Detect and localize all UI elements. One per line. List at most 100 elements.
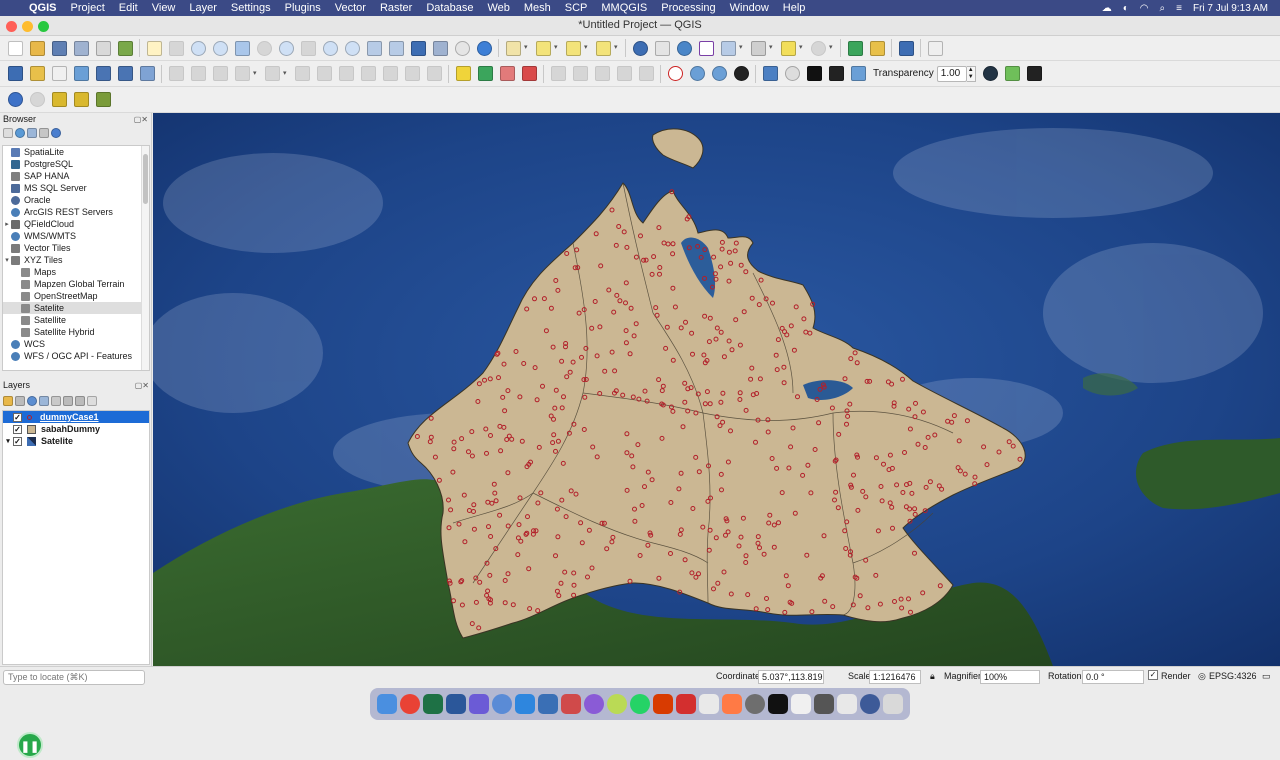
layer-transparency-icon[interactable]	[847, 63, 869, 85]
app-icon[interactable]	[561, 694, 581, 714]
app-icon[interactable]	[584, 694, 604, 714]
transparency-spinbox[interactable]: 1.00	[936, 65, 967, 82]
messages-icon[interactable]: ▭	[1262, 671, 1271, 682]
filter-by-expression-icon[interactable]	[51, 395, 61, 406]
save-disk-icon[interactable]	[825, 63, 847, 85]
crs-button[interactable]: EPSG:4326	[1209, 671, 1257, 681]
redo-icon[interactable]	[423, 63, 445, 85]
dropdown-arrow-icon[interactable]: ▾	[283, 63, 291, 85]
excel-icon[interactable]	[423, 694, 443, 714]
diagram-tool-icon[interactable]	[474, 63, 496, 85]
menu-mesh[interactable]: Mesh	[517, 2, 558, 14]
refresh-browser-icon[interactable]	[15, 127, 25, 138]
coordinate-field[interactable]: 5.037°,113.819°	[758, 670, 824, 684]
add-group-icon[interactable]	[15, 395, 25, 406]
whatsapp-icon[interactable]	[630, 694, 650, 714]
menu-vector[interactable]: Vector	[328, 2, 373, 14]
toggle-editing-icon[interactable]	[165, 63, 187, 85]
layer-row-dummycase1[interactable]: ✓ dummyCase1	[3, 411, 149, 423]
crosshair-icon[interactable]	[924, 37, 946, 59]
panel-float-close-icon[interactable]: ▢✕	[135, 381, 152, 390]
browser-item-wms-wmts[interactable]: WMS/WMTS	[3, 230, 149, 242]
browser-item-spatialite[interactable]: SpatiaLite	[3, 146, 149, 158]
lock-scale-icon[interactable]: 🔒︎	[930, 671, 935, 682]
add-raster-layer-icon[interactable]	[70, 63, 92, 85]
app-icon[interactable]	[722, 694, 742, 714]
menu-web[interactable]: Web	[480, 2, 516, 14]
browser-scrollbar[interactable]	[141, 146, 149, 370]
filter-browser-icon[interactable]	[27, 127, 37, 138]
collapse-all-icon[interactable]	[75, 395, 85, 406]
select-by-value-icon[interactable]	[562, 37, 584, 59]
rotation-field[interactable]: 0.0 °	[1082, 670, 1144, 684]
properties-info-icon[interactable]	[51, 127, 61, 138]
tools-hammer-icon[interactable]	[92, 89, 114, 111]
filter-legend-icon[interactable]	[39, 395, 49, 406]
zoom-out-icon[interactable]	[209, 37, 231, 59]
layers-stack-icon[interactable]	[1002, 63, 1024, 85]
layer-name[interactable]: dummyCase1	[40, 412, 99, 422]
dropdown-arrow-icon[interactable]: ▾	[829, 37, 837, 59]
save-edits-icon[interactable]	[209, 63, 231, 85]
dropdown-arrow-icon[interactable]: ▾	[524, 37, 532, 59]
save-project-icon[interactable]	[48, 37, 70, 59]
annotation-icon[interactable]	[807, 37, 829, 59]
app-icon[interactable]	[860, 694, 880, 714]
dropdown-arrow-icon[interactable]: ▾	[799, 37, 807, 59]
app-icon[interactable]	[745, 694, 765, 714]
vertex-tool-icon[interactable]	[261, 63, 283, 85]
delete-selected-icon[interactable]	[313, 63, 335, 85]
browser-item-mapzen-terrain[interactable]: Mapzen Global Terrain	[3, 278, 149, 290]
menu-window[interactable]: Window	[723, 2, 776, 14]
3d-box-icon[interactable]	[70, 89, 92, 111]
panel-float-close-icon[interactable]: ▢✕	[134, 115, 151, 124]
remove-layer-icon[interactable]	[87, 395, 97, 406]
browser-item-xyz-tiles[interactable]: ▾ XYZ Tiles	[3, 254, 149, 266]
browser-item-satellite-hybrid[interactable]: Satellite Hybrid	[3, 326, 149, 338]
browser-item-qfieldcloud[interactable]: ▸ QFieldCloud	[3, 218, 149, 230]
pin-labels-icon[interactable]	[496, 63, 518, 85]
terminal-icon[interactable]	[768, 694, 788, 714]
powerpoint-icon[interactable]	[653, 694, 673, 714]
layer-name[interactable]: Satelite	[41, 436, 73, 446]
cloud-status-icon[interactable]: ☁	[1102, 3, 1112, 14]
scale-field[interactable]: 1:1216476	[869, 670, 921, 684]
dropdown-arrow-icon[interactable]: ▾	[253, 63, 261, 85]
plugin-search-icon[interactable]	[844, 37, 866, 59]
wifi-icon[interactable]: ◠	[1140, 3, 1149, 14]
layer-visibility-checkbox[interactable]: ✓	[13, 436, 22, 446]
zoom-next-icon[interactable]	[341, 37, 363, 59]
menu-layer[interactable]: Layer	[182, 2, 224, 14]
dropdown-arrow-icon[interactable]: ▾	[739, 37, 747, 59]
vectorworks-icon[interactable]	[469, 694, 489, 714]
python-console-icon[interactable]	[759, 63, 781, 85]
dropdown-arrow-icon[interactable]: ▾	[614, 37, 622, 59]
style-brush-icon[interactable]	[3, 395, 13, 406]
layer-row-satelite[interactable]: ▾ ✓ Satelite	[3, 435, 149, 447]
layer-name[interactable]: sabahDummy	[41, 424, 100, 434]
network-globe-icon[interactable]	[492, 694, 512, 714]
open-field-calculator-icon[interactable]	[717, 37, 739, 59]
refresh-icon[interactable]	[473, 37, 495, 59]
zoom-in-icon[interactable]	[187, 37, 209, 59]
zoom-full-icon[interactable]	[231, 37, 253, 59]
collapse-arrow-icon[interactable]: ▾	[3, 437, 13, 445]
menu-plugins[interactable]: Plugins	[278, 2, 328, 14]
trash-icon[interactable]	[883, 694, 903, 714]
data-source-manager-icon[interactable]	[4, 63, 26, 85]
browser-item-postgresql[interactable]: PostgreSQL	[3, 158, 149, 170]
menu-database[interactable]: Database	[419, 2, 480, 14]
browser-item-satellite[interactable]: Satellite	[3, 314, 149, 326]
new-geopackage-layer-icon[interactable]	[26, 63, 48, 85]
dropdown-arrow-icon[interactable]: ▾	[584, 37, 592, 59]
speedometer-icon[interactable]	[781, 63, 803, 85]
menu-edit[interactable]: Edit	[112, 2, 145, 14]
browser-tree[interactable]: SpatiaLite PostgreSQL SAP HANA MS SQL Se…	[2, 145, 150, 371]
temporal-controller-icon[interactable]	[451, 37, 473, 59]
locator-search-input[interactable]: Type to locate (⌘K)	[3, 670, 145, 685]
new-map-view-icon[interactable]	[363, 37, 385, 59]
save-as-icon[interactable]	[70, 37, 92, 59]
browser-item-wcs[interactable]: WCS	[3, 338, 149, 350]
layers-tree[interactable]: ✓ dummyCase1 ✓ sabahDummy ▾ ✓ Satelite	[2, 410, 150, 665]
add-delimited-text-icon[interactable]	[136, 63, 158, 85]
